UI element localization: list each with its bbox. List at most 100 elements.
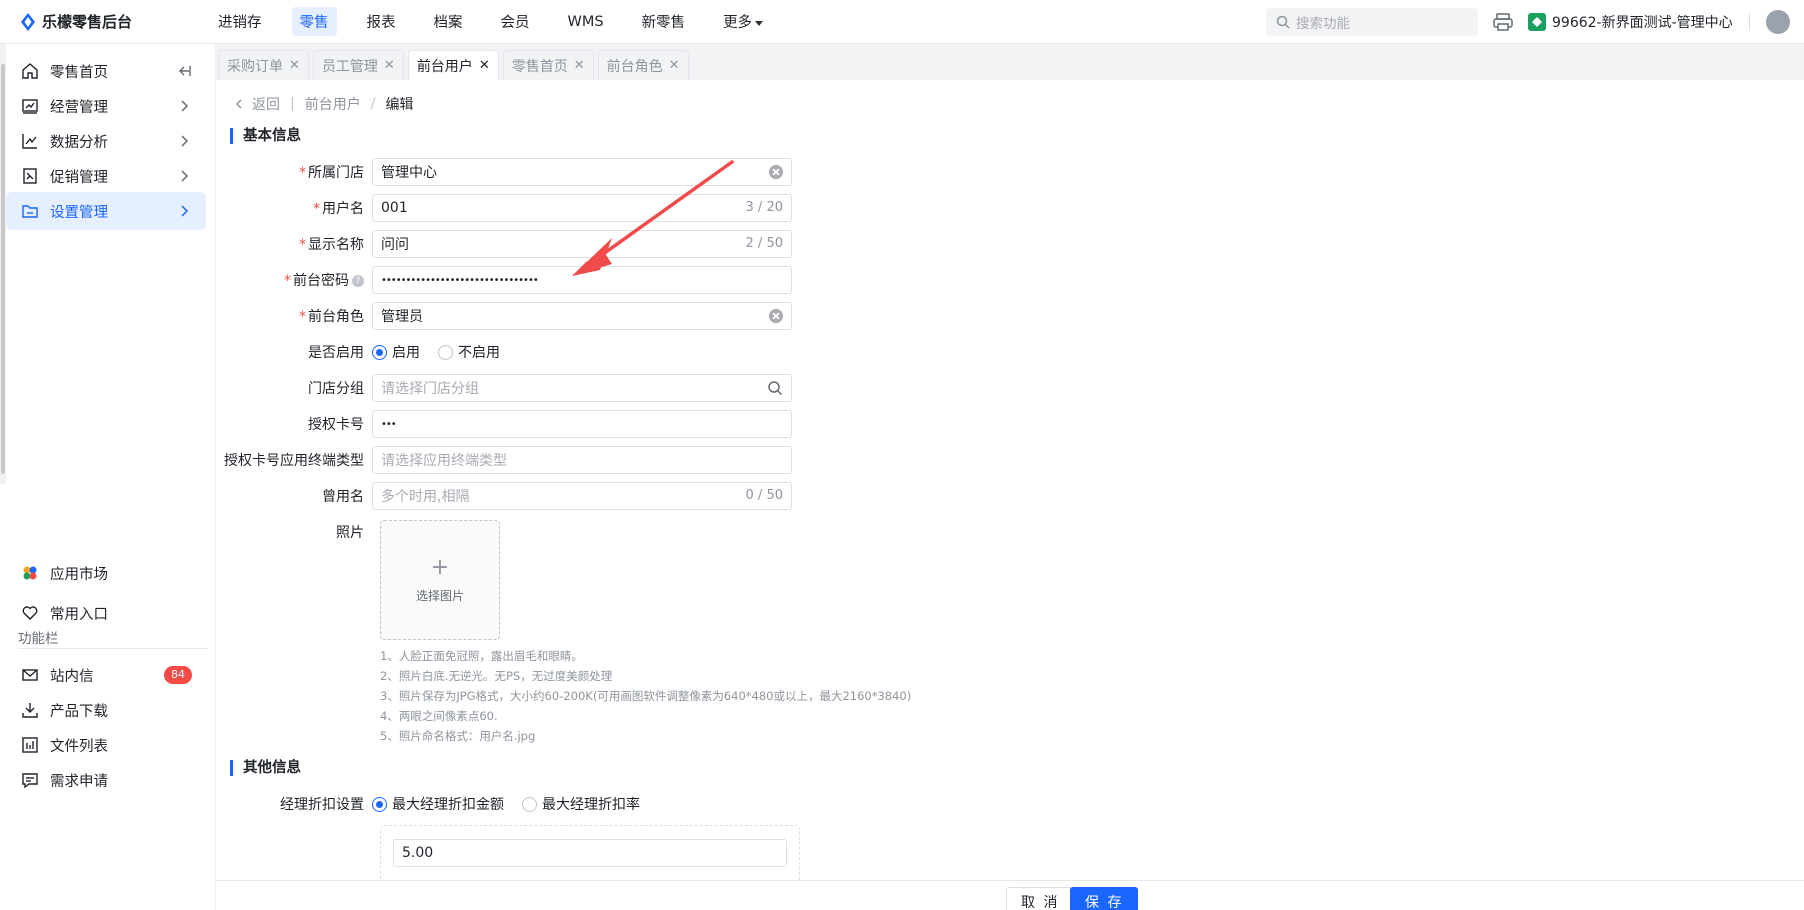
discount-amount-input[interactable]: 5.00 [393,839,787,867]
radio-label: 启用 [392,345,420,361]
tab-retail-home[interactable]: 零售首页 ✕ [502,50,594,80]
form-footer: 取 消 保 存 [216,880,1804,910]
sidebar-item-app-market[interactable]: 应用市场 [6,554,206,592]
topnav-item[interactable]: 档案 [426,7,471,36]
username-input[interactable]: 001 3 / 20 [372,194,792,222]
password-input[interactable]: •••••••••••••••••••••••••••••••• [372,266,792,294]
search-input[interactable]: 搜索功能 [1266,8,1478,36]
field-label-text: 前台密码 [293,273,349,289]
close-icon[interactable]: ✕ [289,58,300,73]
sidebar-item-download[interactable]: 产品下载 [6,691,206,729]
help-icon[interactable]: ? [352,275,364,287]
top-nav: 进销存 零售 报表 档案 会员 WMS 新零售 更多 [210,0,793,44]
topnav-item[interactable]: 报表 [359,7,404,36]
save-button[interactable]: 保 存 [1070,887,1139,910]
search-placeholder: 搜索功能 [1296,16,1350,32]
app-logo[interactable]: 乐檬零售后台 [0,11,210,32]
clear-icon[interactable] [769,165,783,179]
request-icon [20,770,40,790]
close-icon[interactable]: ✕ [384,58,395,73]
auth-card-input[interactable]: ••• [372,410,792,438]
photo-note: 4、两眼之间像素点60. [380,709,498,723]
sidebar-item-file-list[interactable]: 文件列表 [6,726,206,764]
photo-notes: 1、人脸正面免冠照，露出眉毛和眼睛。 2、照片白底.无逆光。无PS，无过度美颜处… [380,646,911,746]
field-placeholder: 请选择应用终端类型 [381,453,507,469]
topnav-item[interactable]: WMS [560,10,612,34]
sidebar: 零售首页 经营管理 数据分析 促销管理 设置管理 应用市场 常用入口 功能栏 站… [6,44,216,910]
cancel-button[interactable]: 取 消 [1006,887,1075,910]
radio-max-discount-rate[interactable]: 最大经理折扣率 [522,794,640,814]
app-title: 乐檬零售后台 [42,13,133,31]
topnav-item-active[interactable]: 零售 [291,7,337,36]
back-link[interactable]: 返回 [252,94,280,114]
auth-terminal-select[interactable]: 请选择应用终端类型 [372,446,792,474]
radio-max-discount-amount[interactable]: 最大经理折扣金额 [372,794,504,814]
search-icon[interactable] [767,380,783,396]
row-username: * 用户名 001 3 / 20 [216,194,1116,222]
logo-icon [21,12,35,31]
radio-disabled[interactable]: 不启用 [438,342,500,362]
breadcrumb-current: 编辑 [385,97,414,113]
avatar[interactable] [1765,10,1790,34]
radio-label: 最大经理折扣金额 [392,797,504,813]
discount-radio-group: 最大经理折扣金额 最大经理折扣率 [372,794,658,814]
store-select[interactable]: 管理中心 [372,158,792,186]
collapse-sidebar-icon[interactable] [176,63,192,79]
topnav-item[interactable]: 会员 [493,7,538,36]
field-placeholder: 多个时用,相隔 [381,489,470,505]
top-right-area: 搜索功能 99662-新界面测试-管理中心 [1266,0,1790,44]
field-label: 门店分组 [308,381,364,397]
field-value: 问问 [381,237,409,253]
search-icon [1276,15,1290,29]
chevron-right-icon [181,135,189,147]
close-icon[interactable]: ✕ [669,58,680,73]
sidebar-item-settings[interactable]: 设置管理 [6,192,206,230]
radio-enabled[interactable]: 启用 [372,342,420,362]
field-value: •••••••••••••••••••••••••••••••• [381,274,539,286]
radio-dot [522,796,537,812]
sidebar-item-promotion[interactable]: 促销管理 [6,157,206,195]
alias-input[interactable]: 多个时用,相隔 0 / 50 [372,482,792,510]
home-icon [20,61,40,81]
close-icon[interactable]: ✕ [479,58,490,73]
tab-label: 员工管理 [321,58,378,75]
field-label: * 前台角色 [299,309,364,325]
store-group-select[interactable]: 请选择门店分组 [372,374,792,402]
tab-staff[interactable]: 员工管理 ✕ [312,50,404,80]
field-label: 授权卡号 [308,417,364,433]
store-switcher[interactable]: 99662-新界面测试-管理中心 [1528,12,1733,32]
printer-icon[interactable] [1492,11,1514,33]
section-title-basic: 基本信息 [230,128,301,144]
clear-icon[interactable] [769,309,783,323]
close-icon[interactable]: ✕ [574,58,585,73]
display-name-input[interactable]: 问问 2 / 50 [372,230,792,258]
field-label: 照片 [336,525,364,541]
chevron-left-icon[interactable] [232,97,246,111]
topnav-item[interactable]: 新零售 [634,7,694,36]
topnav-more[interactable]: 更多 [715,7,771,36]
tab-purchase-order[interactable]: 采购订单 ✕ [218,50,309,80]
sidebar-item-request[interactable]: 需求申请 [6,761,206,799]
sidebar-item-label: 产品下载 [50,703,108,720]
sidebar-item-messages[interactable]: 站内信 84 [6,656,206,694]
field-value: 管理员 [381,309,423,325]
section-title-other: 其他信息 [230,760,301,776]
radio-dot [372,796,387,812]
field-placeholder: 请选择门店分组 [381,381,479,397]
field-value: 5.00 [402,845,434,861]
tab-front-role[interactable]: 前台角色 ✕ [597,50,689,80]
role-select[interactable]: 管理员 [372,302,792,330]
sidebar-item-analysis[interactable]: 数据分析 [6,122,206,160]
scrollbar-thumb[interactable] [1,64,5,474]
breadcrumb-parent[interactable]: 前台用户 [305,94,361,114]
photo-upload-button[interactable]: + 选择图片 [380,520,500,640]
sidebar-item-label: 文件列表 [50,738,108,755]
topnav-item[interactable]: 进销存 [210,7,270,36]
tab-front-user[interactable]: 前台用户 ✕ [407,50,499,80]
sidebar-item-operation[interactable]: 经营管理 [6,87,206,125]
sidebar-item-label: 站内信 [50,668,94,685]
sidebar-item-label: 经营管理 [50,99,108,116]
sidebar-item-retail-home[interactable]: 零售首页 [6,52,206,90]
sidebar-item-label: 常用入口 [50,606,108,623]
divider [18,648,208,649]
